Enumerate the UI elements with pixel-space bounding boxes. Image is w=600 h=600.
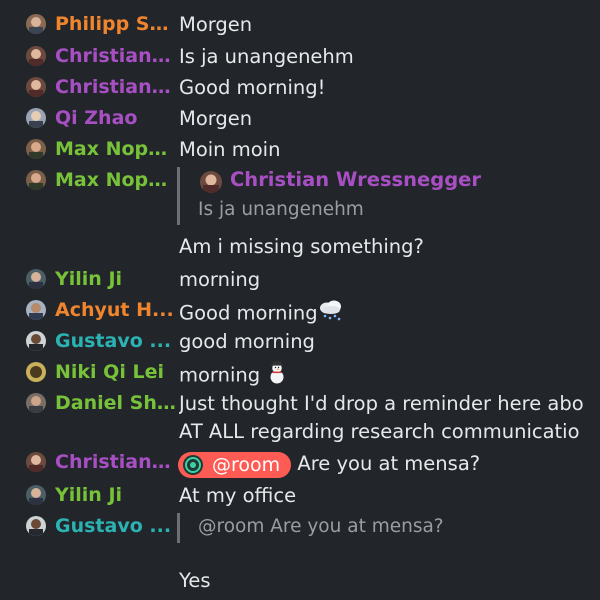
message-row: Max Nopp... Christian Wressnegger Is ja … [0, 166, 600, 261]
avatar [200, 171, 222, 193]
avatar[interactable] [26, 452, 46, 472]
avatar[interactable] [26, 516, 46, 536]
message-body: Good morning [179, 299, 600, 329]
message-text: At my office [179, 484, 297, 507]
message-row: Max Nopp... Moin moin [0, 135, 600, 165]
message-text: Moin moin [179, 138, 281, 161]
message-timeline: Philipp Sc... Morgen Christian ... Is ja… [0, 0, 600, 600]
message-row: Christian ... Good morning! [0, 73, 600, 103]
message-body: morning [179, 361, 600, 391]
message-text: Are you at mensa? [297, 452, 481, 475]
sender-name[interactable]: Gustavo ... [55, 514, 177, 538]
message-text: Am i missing something? [179, 235, 424, 258]
message-text: Yes [179, 569, 211, 592]
sender-name[interactable]: Max Nopp... [55, 168, 177, 192]
sender-name[interactable]: Philipp Sc... [55, 12, 177, 36]
avatar[interactable] [26, 46, 46, 66]
mention-text: @room [212, 453, 281, 476]
sender-name[interactable]: Daniel Shea [55, 391, 177, 415]
message-text: Morgen [179, 13, 253, 36]
message-row: Qi Zhao Morgen [0, 104, 600, 134]
avatar[interactable] [26, 139, 46, 159]
snowman-icon [266, 361, 288, 391]
message-row: Gustavo ... @room Are you at mensa? Yes [0, 512, 600, 600]
avatar[interactable] [26, 331, 46, 351]
avatar[interactable] [26, 485, 46, 505]
message-row: Daniel Shea Just thought I'd drop a remi… [0, 389, 600, 449]
message-text: good morning [179, 330, 315, 353]
message-text-line-2: AT ALL regarding research communicatio [179, 420, 580, 443]
avatar[interactable] [26, 362, 46, 382]
message-text: Is ja unangenehm [179, 45, 354, 68]
message-row: Yilin Ji At my office [0, 481, 600, 511]
avatar[interactable] [26, 14, 46, 34]
message-row: Philipp Sc... Morgen [0, 11, 600, 41]
avatar[interactable] [26, 300, 46, 320]
room-avatar-icon [183, 454, 203, 475]
reply-quote-text: Is ja unangenehm [198, 199, 364, 220]
avatar[interactable] [26, 77, 46, 97]
message-row: Yilin Ji morning [0, 265, 600, 295]
room-mention-pill[interactable]: @room [178, 451, 292, 478]
sender-name[interactable]: Qi Zhao [55, 106, 177, 130]
reply-sender-name: Christian Wressnegger [230, 168, 482, 191]
avatar[interactable] [26, 170, 46, 190]
reply-quote[interactable]: @room Are you at mensa? [177, 513, 600, 543]
snow-cloud-icon [318, 299, 344, 329]
sender-name[interactable]: Christian ... [55, 75, 177, 99]
message-row: Christian ... Is ja unangenehm [0, 42, 600, 72]
message-row: Niki Qi Lei morning [0, 358, 600, 388]
avatar[interactable] [26, 393, 46, 413]
sender-name[interactable]: Niki Qi Lei [55, 360, 177, 384]
message-row: Christian ... @room Are you at mensa? [0, 448, 600, 478]
sender-name[interactable]: Christian ... [55, 450, 177, 474]
sender-name[interactable]: Max Nopp... [55, 137, 177, 161]
message-row: Achyut H... Good morning [0, 296, 600, 326]
message-body: @room Are you at mensa? [178, 450, 600, 478]
sender-name[interactable]: Achyut H... [55, 298, 177, 322]
message-text: Just thought I'd drop a reminder here ab… [179, 392, 584, 415]
sender-name[interactable]: Yilin Ji [55, 483, 177, 507]
message-row: Gustavo ... good morning [0, 327, 600, 357]
message-text: morning [179, 268, 261, 291]
message-text: Morgen [179, 107, 253, 130]
reply-quote[interactable]: Christian Wressnegger Is ja unangenehm [177, 167, 600, 225]
reply-quote-text: @room Are you at mensa? [198, 516, 444, 537]
sender-name[interactable]: Christian ... [55, 44, 177, 68]
avatar[interactable] [26, 269, 46, 289]
message-text: Good morning! [179, 76, 326, 99]
sender-name[interactable]: Gustavo ... [55, 329, 177, 353]
avatar[interactable] [26, 108, 46, 128]
message-text: morning [179, 363, 261, 387]
message-text: Good morning [179, 301, 318, 325]
sender-name[interactable]: Yilin Ji [55, 267, 177, 291]
